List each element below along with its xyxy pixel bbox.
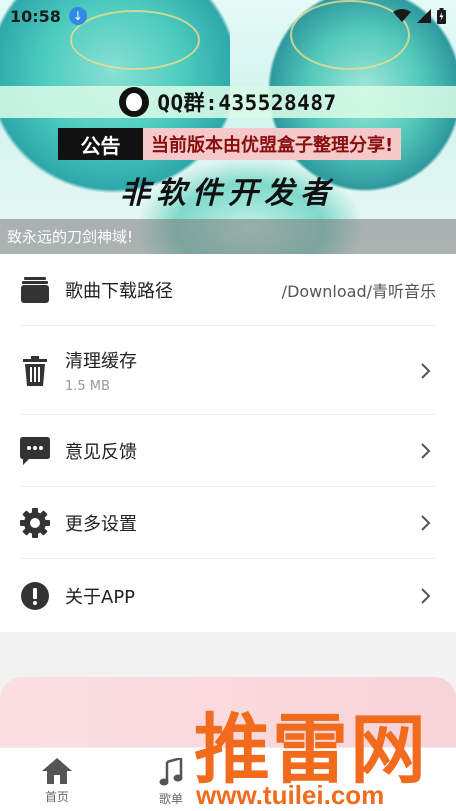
setting-feedback[interactable]: 意见反馈 bbox=[0, 415, 456, 487]
header-banner bbox=[0, 0, 456, 254]
developer-text: 非软件开发者 bbox=[120, 176, 336, 211]
music-note-icon bbox=[159, 758, 183, 786]
qq-group-banner: QQ群:435528487 bbox=[0, 86, 456, 118]
trash-icon bbox=[20, 355, 50, 386]
chevron-right-icon bbox=[416, 513, 436, 533]
nav-home[interactable]: 首页 bbox=[27, 758, 87, 805]
wifi-icon bbox=[393, 9, 411, 22]
setting-label: 意见反馈 bbox=[65, 442, 137, 463]
marquee-text: 致永远的刀剑神域! bbox=[0, 219, 456, 254]
notice-tag: 公告 bbox=[58, 128, 143, 160]
qq-penguin-icon bbox=[119, 87, 150, 117]
chat-icon bbox=[20, 436, 50, 466]
setting-label: 歌曲下载路径 bbox=[65, 281, 173, 302]
battery-icon bbox=[437, 8, 446, 24]
gear-icon bbox=[20, 508, 50, 538]
chevron-right-icon bbox=[416, 361, 436, 381]
setting-label: 更多设置 bbox=[65, 514, 137, 535]
setting-clear-cache[interactable]: 清理缓存 1.5 MB bbox=[0, 326, 456, 415]
notice-text: 当前版本由优盟盒子整理分享! bbox=[143, 128, 402, 160]
nav-label: 歌单 bbox=[158, 792, 183, 806]
watermark-url: www.tuilei.com bbox=[196, 780, 385, 810]
folder-icon bbox=[20, 275, 50, 305]
setting-label: 关于APP bbox=[65, 586, 136, 608]
setting-label: 清理缓存 bbox=[65, 351, 137, 372]
status-time: 10:58 bbox=[10, 6, 61, 26]
settings-list: 歌曲下载路径 /Download/青听音乐 清理缓存 1.5 MB 意见反馈 更… bbox=[0, 254, 456, 632]
nav-label: 首页 bbox=[44, 790, 69, 804]
qq-group-text: QQ群:435528487 bbox=[157, 91, 337, 115]
status-bar: 10:58 ↓ bbox=[0, 0, 456, 32]
signal-icon bbox=[417, 9, 431, 23]
status-icons bbox=[393, 8, 446, 24]
notice-banner: 公告 当前版本由优盟盒子整理分享! bbox=[58, 128, 402, 160]
setting-download-path[interactable]: 歌曲下载路径 /Download/青听音乐 bbox=[0, 254, 456, 326]
info-icon bbox=[20, 581, 50, 611]
setting-more[interactable]: 更多设置 bbox=[0, 487, 456, 559]
download-icon: ↓ bbox=[68, 7, 87, 25]
chevron-right-icon bbox=[416, 586, 436, 606]
home-icon bbox=[42, 758, 72, 784]
cache-size: 1.5 MB bbox=[65, 379, 110, 394]
download-path-value: /Download/青听音乐 bbox=[281, 282, 436, 301]
setting-about[interactable]: 关于APP bbox=[0, 559, 456, 632]
chevron-right-icon bbox=[416, 441, 436, 461]
watermark: 推雷网 www.tuilei.com bbox=[186, 688, 456, 811]
